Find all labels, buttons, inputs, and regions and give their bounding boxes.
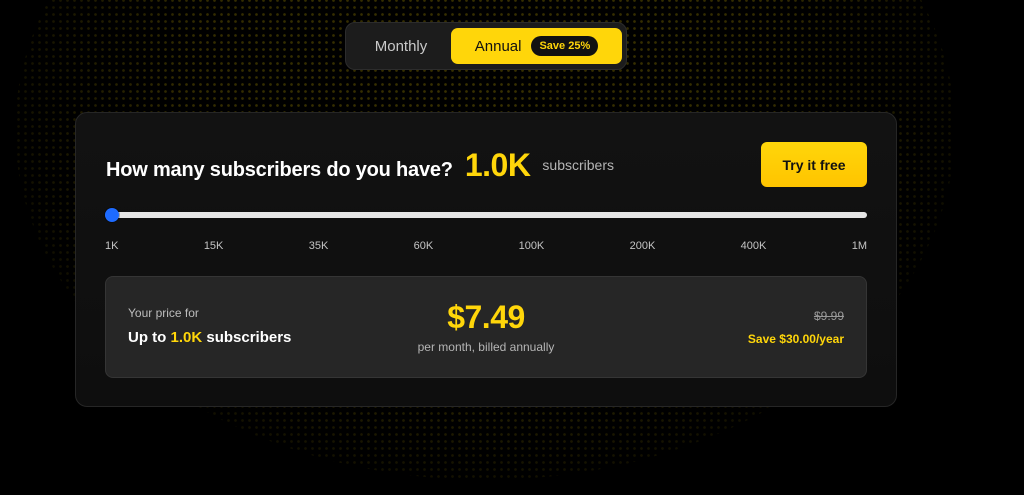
slider-track[interactable] <box>105 212 867 218</box>
tick-label: 400K <box>740 240 767 252</box>
try-free-button[interactable]: Try it free <box>761 142 867 187</box>
tick-label: 200K <box>629 240 656 252</box>
toggle-annual-label: Annual <box>474 37 522 55</box>
tick-label: 15K <box>203 240 224 252</box>
toggle-monthly-label: Monthly <box>374 37 428 55</box>
subscriber-headline: How many subscribers do you have? 1.0K s… <box>106 147 614 184</box>
tick-label: 60K <box>413 240 434 252</box>
toggle-annual[interactable]: Annual Save 25% <box>451 28 622 64</box>
tick-label: 100K <box>518 240 545 252</box>
subscriber-slider[interactable] <box>105 208 867 222</box>
toggle-monthly[interactable]: Monthly <box>352 28 450 64</box>
tick-label: 35K <box>308 240 329 252</box>
save-badge: Save 25% <box>531 36 599 56</box>
annual-savings: Save $30.00/year <box>747 332 844 346</box>
slider-thumb[interactable] <box>105 208 119 222</box>
slider-tick-labels: 1K 15K 35K 60K 100K 200K 400K 1M <box>105 240 867 252</box>
subscriber-unit: subscribers <box>542 157 615 173</box>
original-price: $9.99 <box>813 309 844 323</box>
pricing-card: How many subscribers do you have? 1.0K s… <box>75 112 897 407</box>
price-amount: $7.49 <box>447 299 525 335</box>
price-summary: Your price for Up to 1.0K subscribers $7… <box>105 276 867 378</box>
tick-label: 1K <box>105 240 119 252</box>
subscriber-question: How many subscribers do you have? <box>106 159 453 181</box>
subscriber-count: 1.0K <box>464 147 531 183</box>
billing-toggle: Monthly Annual Save 25% <box>345 22 627 70</box>
tick-label: 1M <box>851 240 867 252</box>
